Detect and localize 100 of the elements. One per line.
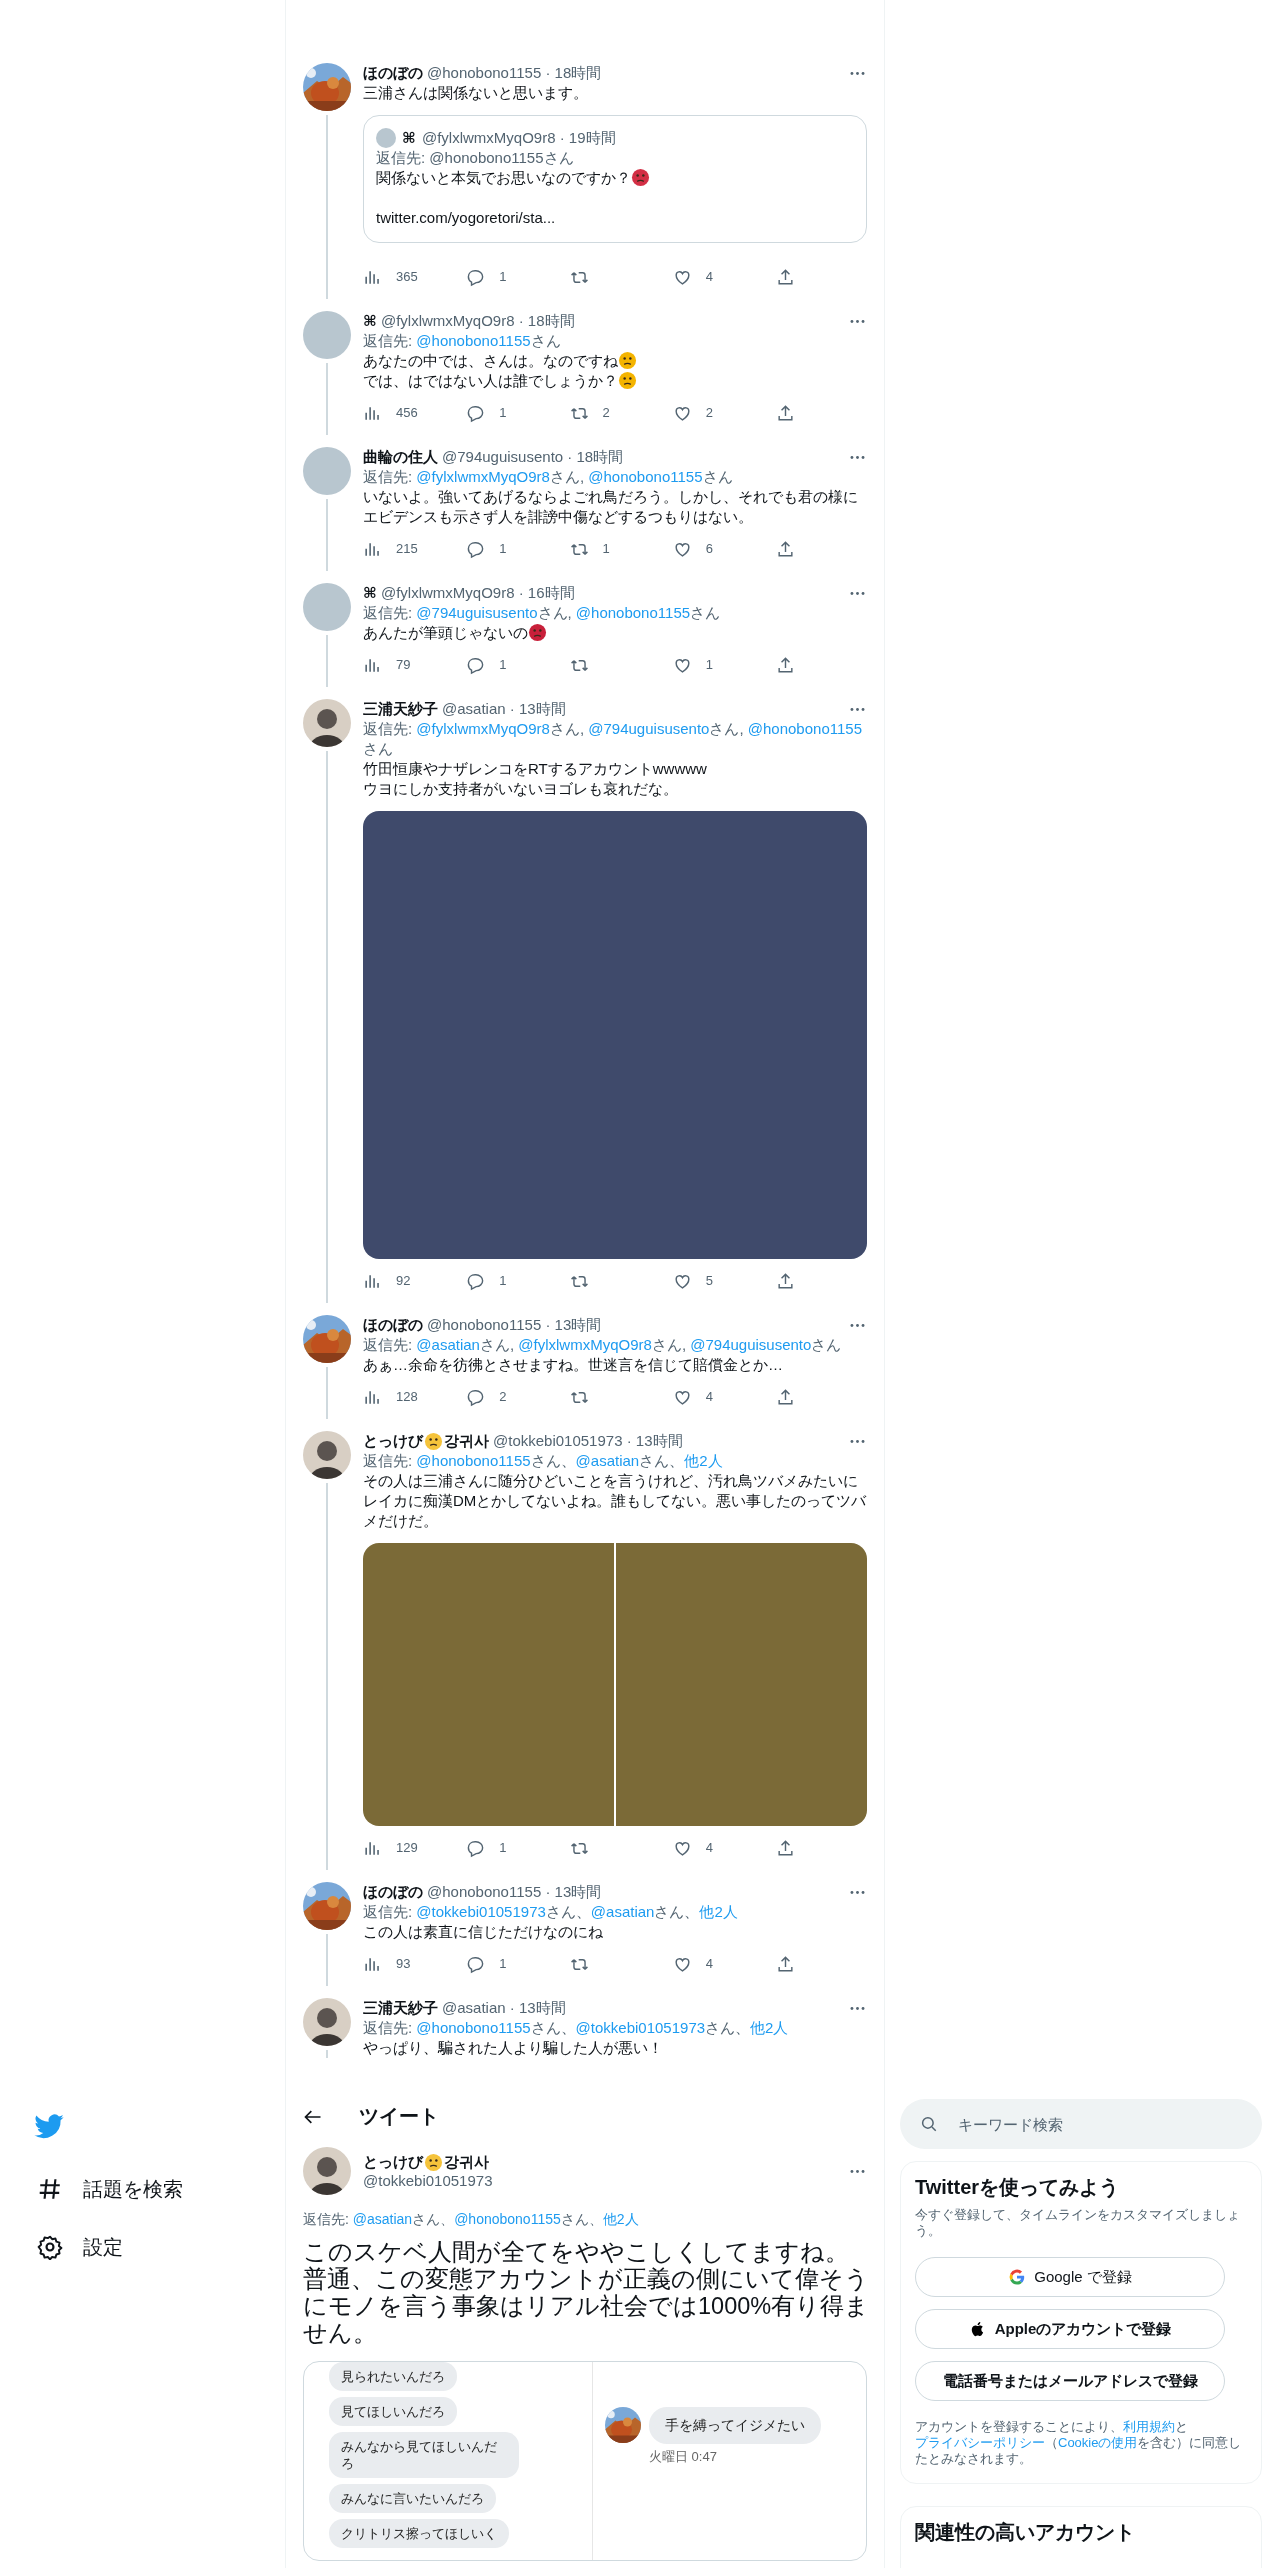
count: 1 — [499, 656, 507, 674]
user-name: とっけび — [363, 2153, 423, 2172]
share-icon[interactable] — [776, 1838, 795, 1858]
chat-screenshot[interactable]: 見られたいんだろ 見てほしいんだろ みんなから見てほしいんだろ みんなに言いたいんだろ クリトリス擦ってほしいく 手を縛ってイジメたい 火曜日 0:47 — [303, 2361, 867, 2561]
handle-time: @794uguisusento · 18時間 — [442, 447, 624, 467]
share-icon[interactable] — [776, 1271, 795, 1291]
nav-item[interactable]: 話題を検索 — [33, 2160, 285, 2218]
count: 6 — [705, 540, 713, 558]
reply-to-text: 返信先: @asatian さん、@honobono1155さん、他2人 — [303, 2211, 640, 2229]
count: 5 — [705, 1272, 713, 1290]
legal-link[interactable]: 利用規約 — [1123, 2419, 1175, 2434]
reply-icon[interactable] — [466, 1271, 486, 1291]
mention-link[interactable]: @794uguisusento — [588, 720, 710, 737]
reply-icon[interactable] — [466, 403, 486, 423]
user-name: ⌘ — [402, 128, 416, 148]
signup-button[interactable]: Google で登録 — [915, 2257, 1225, 2297]
count: 1 — [499, 268, 507, 286]
avatar — [303, 583, 351, 631]
tweet-text: あぁ…余命を彷彿とさせますね。世迷言を信じて賠償金とか… — [363, 1356, 783, 1373]
share-icon[interactable] — [776, 1954, 795, 1974]
signup-button[interactable]: 電話番号またはメールアドレスで登録 — [915, 2361, 1225, 2401]
user-name: ほのぼの — [363, 1882, 423, 1902]
card-subtitle: 今すぐ登録して、タイムラインをカスタマイズしましょう。 — [915, 2207, 1241, 2239]
mention-link[interactable]: @honobono1155 — [416, 332, 531, 349]
tweet-text: では、はではない人は誰でしょうか？ — [363, 372, 618, 389]
tweet-text: 竹田恒康やナザレンコをRTするアカウントwwwww — [363, 760, 707, 777]
count: 1 — [602, 540, 610, 558]
mention-link[interactable]: 他2人 — [699, 1903, 738, 1920]
mention-link[interactable]: @asatian — [352, 2211, 413, 2227]
mention-link[interactable]: @fylxlwmxMyqO9r8 — [416, 468, 550, 485]
mention-link[interactable]: @honobono1155 — [416, 2019, 531, 2036]
mention-link[interactable]: @tokkebi01051973 — [416, 1903, 546, 1920]
mention-link[interactable]: @fylxlwmxMyqO9r8 — [518, 1336, 652, 1353]
reply-to-text: 返信先: @fylxlwmxMyqO9r8さん, @honobono1155さん — [363, 468, 733, 485]
mention-link[interactable]: @794uguisusento — [416, 604, 538, 621]
user-handle: @tokkebi01051973 — [363, 2172, 494, 2189]
user-name: ⌘ — [363, 311, 377, 331]
reply-to-text: 返信先: @fylxlwmxMyqO9r8さん, @794uguisusentoさん, @honobono1155 さん — [363, 720, 862, 757]
share-icon[interactable] — [776, 1387, 795, 1407]
share-icon[interactable] — [776, 403, 795, 423]
quoted-tweet[interactable]: ⌘ @fylxlwmxMyqO9r8 · 19時間 返信先: @honobono1155さん 関係ないと本気でお思いなのですか？ twitter.com/yogoretori/sta... — [363, 115, 867, 243]
card-title: Twitterを使ってみよう — [915, 2175, 1121, 2200]
tweet-text: 関係ないと本気でお思いなのですか？ — [376, 169, 631, 186]
reply-to-text: 返信先: @honobono1155さん、@asatianさん、他2人 — [363, 1452, 723, 1469]
count: 365 — [396, 268, 418, 286]
handle-time: @asatian · 13時間 — [442, 699, 566, 719]
signup-button[interactable]: Appleのアカウントで登録 — [915, 2309, 1225, 2349]
mention-link[interactable]: @fylxlwmxMyqO9r8 — [416, 720, 550, 737]
count: 215 — [396, 540, 418, 558]
count: 4 — [705, 1388, 713, 1406]
mention-link[interactable]: @honobono1155 — [747, 720, 862, 737]
card-title: 関連性の高いアカウント — [915, 2520, 1136, 2545]
reply-icon[interactable] — [466, 267, 486, 287]
settings-icon — [37, 2234, 63, 2260]
tweet-text: 普通、この変態アカウントが正義の側にいて偉そうにモノを言う事象はリアル社会では1000%有り得ません。 — [303, 2266, 871, 2347]
mention-link[interactable]: 他2人 — [750, 2019, 789, 2036]
user-name: 강귀사 — [444, 2153, 489, 2172]
mention-link[interactable]: @honobono1155 — [416, 1452, 531, 1469]
reply-to-text: 返信先: @honobono1155さん — [363, 332, 561, 349]
mention-link[interactable]: @794uguisusento — [690, 1336, 812, 1353]
mention-link[interactable]: 他2人 — [602, 2211, 639, 2227]
legal-notice: アカウントを登録することにより、利用規約 と プライバシーポリシー（Cookieの使用を含む）に同意したとみなされます。 — [915, 2419, 1243, 2467]
count: 1 — [499, 540, 507, 558]
user-name: 三浦天紗子 — [363, 699, 438, 719]
search-field[interactable]: キーワード検索 — [900, 2099, 1262, 2149]
mention-link[interactable]: @honobono1155 — [454, 2211, 561, 2227]
handle-time: @fylxlwmxMyqO9r8 · 16時間 — [380, 583, 575, 603]
count: 1 — [499, 404, 507, 422]
count: 4 — [705, 1839, 713, 1857]
mention-link[interactable]: 他2人 — [684, 1452, 723, 1469]
reply-icon[interactable] — [466, 1838, 486, 1858]
user-name: 三浦天紗子 — [363, 1998, 438, 2018]
nav-item[interactable]: 設定 — [33, 2218, 285, 2276]
user-name: 曲輪の住人 — [363, 447, 438, 467]
legal-link[interactable]: Cookieの使用 — [1058, 2435, 1138, 2450]
count: 1 — [499, 1272, 507, 1290]
legal-link[interactable]: プライバシーポリシー — [915, 2435, 1045, 2450]
mention-link[interactable]: @asatian — [575, 1452, 640, 1469]
avatar — [303, 447, 351, 495]
reply-icon[interactable] — [466, 655, 486, 675]
reply-icon[interactable] — [466, 1387, 486, 1407]
count: 456 — [396, 404, 418, 422]
share-icon[interactable] — [776, 539, 795, 559]
reply-icon[interactable] — [466, 1954, 486, 1974]
share-icon[interactable] — [776, 267, 795, 287]
user-name: 강귀사 — [444, 1431, 489, 1451]
mention-link[interactable]: @tokkebi01051973 — [575, 2019, 706, 2036]
user-name: ⌘ — [363, 583, 377, 603]
mention-link[interactable]: @honobono1155 — [588, 468, 703, 485]
tweet-text: あんたが筆頭じゃないの — [363, 624, 528, 641]
count: 2 — [602, 404, 610, 422]
count: 129 — [396, 1839, 418, 1857]
share-icon[interactable] — [776, 655, 795, 675]
count: 1 — [499, 1839, 507, 1857]
handle-time: @honobono1155 · 13時間 — [427, 1882, 602, 1902]
reply-icon[interactable] — [466, 539, 486, 559]
mention-link[interactable]: @asatian — [590, 1903, 655, 1920]
count: 1 — [499, 1955, 507, 1973]
mention-link[interactable]: @asatian — [416, 1336, 480, 1353]
mention-link[interactable]: @honobono1155 — [575, 604, 691, 621]
